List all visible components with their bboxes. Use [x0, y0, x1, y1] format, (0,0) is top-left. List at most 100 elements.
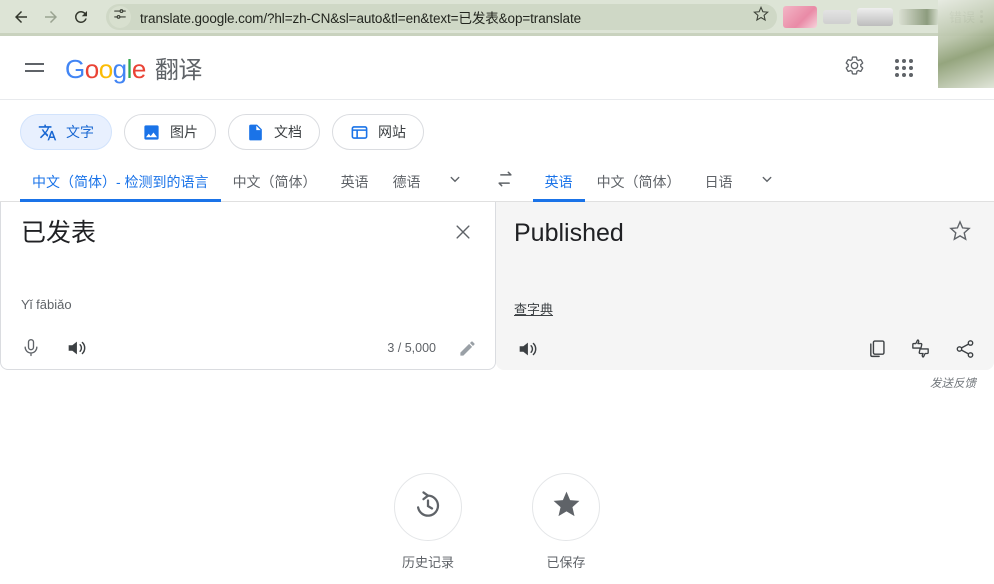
extension-icon-4[interactable] — [898, 8, 939, 25]
clear-source-button[interactable] — [449, 220, 477, 248]
history-button[interactable] — [394, 473, 462, 541]
forward-button[interactable] — [36, 2, 66, 32]
swap-horizontal-icon — [495, 169, 515, 194]
reload-button[interactable] — [66, 2, 96, 32]
source-pane[interactable]: 已发表 Yǐ fābiǎo 3 / 5,000 — [0, 202, 496, 370]
history-action[interactable]: 历史记录 — [394, 473, 462, 571]
logo-letter-e: e — [131, 54, 146, 84]
extension-icon-2[interactable] — [822, 9, 851, 24]
character-counter: 3 / 5,000 — [387, 341, 436, 355]
logo-letter-o2: o — [98, 54, 113, 84]
edit-handwriting-button[interactable] — [458, 339, 477, 358]
chevron-down-icon — [446, 170, 464, 193]
target-pane-footer — [496, 337, 994, 360]
google-translate-logo[interactable]: Google 翻译 — [65, 50, 202, 85]
header-actions — [838, 49, 976, 87]
image-icon — [142, 123, 161, 142]
hamburger-line — [24, 70, 44, 72]
star-filled-icon — [551, 489, 582, 525]
google-apps-button[interactable] — [888, 52, 920, 84]
source-lang-german[interactable]: 德语 — [381, 162, 433, 201]
history-label: 历史记录 — [401, 555, 454, 570]
error-indicator[interactable]: 错误 — [945, 7, 975, 26]
document-icon — [246, 123, 265, 142]
tab-document-label: 文档 — [274, 124, 302, 140]
target-lang-more-button[interactable] — [745, 162, 789, 201]
site-settings-button[interactable] — [109, 5, 131, 28]
kebab-dot — [980, 20, 983, 23]
logo-letter-g: G — [65, 54, 85, 84]
browser-menu-button[interactable] — [977, 10, 988, 23]
logo-letter-o1: o — [84, 54, 99, 84]
star-outline-icon — [753, 5, 769, 27]
avatar-placeholder[interactable] — [938, 49, 976, 87]
copy-button[interactable] — [866, 338, 887, 359]
browser-toolbar: translate.google.com/?hl=zh-CN&sl=auto&t… — [0, 0, 994, 88]
app-header: Google 翻译 — [0, 36, 994, 99]
bookmark-button[interactable] — [749, 5, 773, 29]
tab-image-label: 图片 — [170, 124, 198, 140]
source-speaker-button[interactable] — [65, 337, 87, 359]
extension-icon-1[interactable] — [782, 5, 817, 28]
source-lang-more-button[interactable] — [433, 162, 477, 201]
product-name: 翻译 — [154, 57, 203, 84]
history-clock-icon — [412, 489, 444, 526]
source-text[interactable]: 已发表 — [21, 216, 96, 250]
mode-tab-bar: 文字 图片 文档 网站 — [0, 100, 994, 162]
target-lang-english-label: 英语 — [544, 173, 573, 190]
share-button[interactable] — [954, 338, 976, 360]
tab-website-label: 网站 — [378, 124, 406, 140]
tab-text[interactable]: 文字 — [20, 114, 112, 150]
target-text: Published — [514, 219, 624, 247]
tab-website[interactable]: 网站 — [332, 114, 424, 150]
source-lang-detected[interactable]: 中文（简体）- 检测到的语言 — [20, 162, 221, 202]
bottom-actions: 历史记录 已保存 — [0, 473, 994, 571]
star-outline-icon — [949, 219, 971, 247]
microphone-button[interactable] — [21, 338, 41, 358]
source-lang-chinese[interactable]: 中文（简体） — [221, 162, 329, 201]
arrow-right-icon — [42, 8, 60, 26]
target-lang-chinese[interactable]: 中文（简体） — [585, 162, 693, 201]
source-pane-footer: 3 / 5,000 — [1, 337, 495, 359]
url-text[interactable]: translate.google.com/?hl=zh-CN&sl=auto&t… — [140, 7, 749, 27]
target-lang-japanese-label: 日语 — [704, 173, 733, 190]
website-icon — [350, 123, 369, 142]
saved-action[interactable]: 已保存 — [532, 473, 600, 571]
kebab-dot — [980, 15, 983, 18]
swap-languages-button[interactable] — [477, 162, 533, 201]
arrow-left-icon — [12, 8, 30, 26]
settings-button[interactable] — [838, 52, 870, 84]
reload-icon — [72, 8, 90, 26]
saved-label: 已保存 — [546, 555, 586, 570]
target-speaker-button[interactable] — [516, 338, 538, 360]
main-menu-button[interactable] — [14, 48, 54, 88]
source-lang-english[interactable]: 英语 — [329, 162, 381, 201]
language-bar: 中文（简体）- 检测到的语言 中文（简体） 英语 德语 英语 中文（简体） 日语 — [0, 162, 994, 202]
gear-icon — [844, 55, 865, 81]
error-label: 错误 — [948, 10, 975, 25]
source-lang-detected-label: 中文（简体）- 检测到的语言 — [32, 173, 209, 190]
target-lang-chinese-label: 中文（简体） — [596, 173, 681, 190]
source-lang-chinese-label: 中文（简体） — [232, 173, 317, 190]
target-lang-japanese[interactable]: 日语 — [693, 162, 745, 201]
save-translation-button[interactable] — [946, 219, 974, 247]
dictionary-link[interactable]: 查字典 — [514, 299, 553, 318]
saved-button[interactable] — [532, 473, 600, 541]
extensions-area: 错误 — [782, 5, 977, 28]
kebab-dot — [980, 10, 983, 13]
hamburger-menu-icon — [24, 63, 44, 65]
extension-icon-3[interactable] — [856, 7, 893, 26]
tab-document[interactable]: 文档 — [228, 114, 320, 150]
rate-translation-button[interactable] — [909, 337, 932, 360]
translation-panes: 已发表 Yǐ fābiǎo 3 / 5,000 Published 查字典 — [0, 202, 994, 370]
translate-text-icon — [38, 123, 57, 142]
address-bar[interactable]: translate.google.com/?hl=zh-CN&sl=auto&t… — [106, 3, 777, 30]
close-icon — [453, 222, 473, 247]
send-feedback-link[interactable]: 发送反馈 — [930, 375, 976, 391]
target-lang-english[interactable]: 英语 — [532, 162, 585, 202]
tab-text-label: 文字 — [66, 124, 94, 140]
source-pinyin: Yǐ fābiǎo — [21, 297, 72, 312]
tab-image[interactable]: 图片 — [124, 114, 216, 150]
back-button[interactable] — [6, 2, 36, 32]
logo-letter-g2: g — [112, 54, 127, 84]
